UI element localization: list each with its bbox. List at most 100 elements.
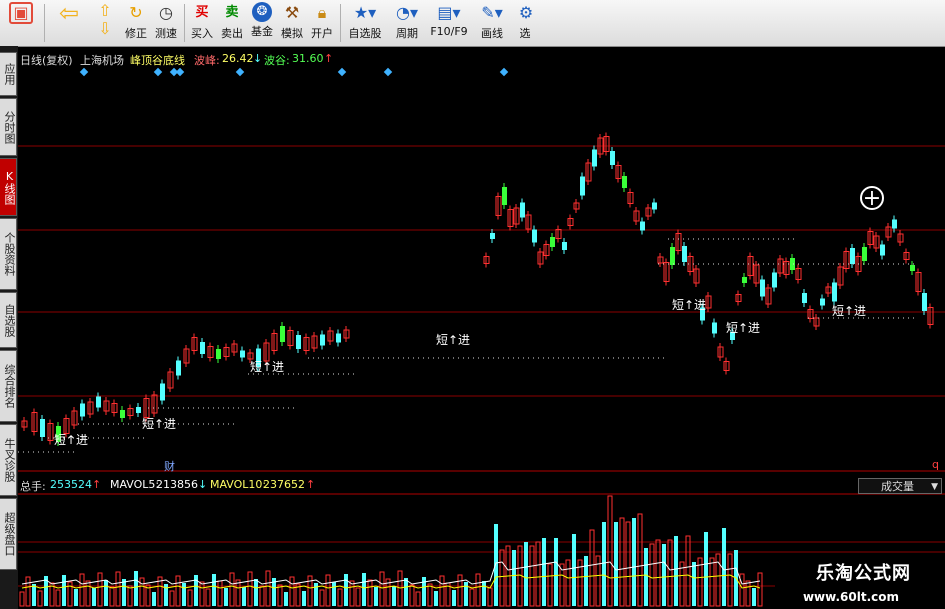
candle-body bbox=[652, 202, 657, 210]
candle-body bbox=[880, 244, 885, 256]
period-label: 周期 bbox=[396, 27, 418, 40]
volume-bar bbox=[277, 584, 283, 607]
volume-bar bbox=[259, 585, 265, 607]
candle-body bbox=[296, 335, 301, 349]
finance-marker: 财 bbox=[164, 460, 175, 473]
trough-arrow: ↑ bbox=[324, 52, 334, 65]
toolbar: ▣ ⇦ ⇧ ⇩ ↻ 修正 ◷ 测速 买 买入 卖 卖出 ❂ 基金 ⚒ 模拟 🔒︎… bbox=[0, 0, 945, 47]
signal-short-buy: 短↑进 bbox=[250, 360, 285, 374]
volume-bar bbox=[254, 579, 258, 606]
volume-bar bbox=[79, 573, 85, 607]
period-button[interactable]: ◔▾ 周期 bbox=[388, 2, 426, 44]
watchlist-button[interactable]: ★▾ 自选股 bbox=[344, 2, 386, 44]
toolbar-separator bbox=[340, 4, 341, 42]
volume-indicator-dropdown[interactable]: 成交量 ▼ bbox=[858, 478, 942, 494]
tab-stock-profile[interactable]: 个股资料 bbox=[0, 218, 17, 290]
peak-value: 26.42 bbox=[222, 52, 254, 65]
volume-bar bbox=[212, 574, 216, 606]
candle-body bbox=[40, 419, 45, 437]
candle-body bbox=[562, 242, 567, 250]
up-down-button[interactable]: ⇧ ⇩ bbox=[92, 2, 118, 44]
volume-bar bbox=[739, 573, 745, 607]
volume-bar bbox=[427, 583, 433, 607]
tab-kline[interactable]: K线图 bbox=[0, 158, 17, 216]
volume-bar bbox=[649, 543, 655, 607]
refresh-button[interactable]: ↻ 修正 bbox=[122, 2, 150, 44]
simulate-button[interactable]: ⚒ 模拟 bbox=[278, 2, 306, 44]
volume-bar bbox=[542, 538, 546, 606]
volume-bar bbox=[235, 579, 241, 607]
buy-button[interactable]: 买 买入 bbox=[188, 2, 216, 44]
f10-button[interactable]: ▤▾ F10/F9 bbox=[428, 2, 470, 44]
volume-bar bbox=[284, 592, 288, 606]
speed-test-label: 测速 bbox=[155, 27, 177, 40]
diamond-marker bbox=[79, 67, 89, 77]
volume-bar bbox=[229, 572, 235, 607]
volume-bar bbox=[62, 575, 66, 606]
select-button[interactable]: ⚙ 选 bbox=[514, 2, 536, 44]
candle-body bbox=[742, 277, 747, 283]
volume-bar bbox=[19, 591, 25, 607]
volume-bar bbox=[487, 587, 493, 607]
volume-bar bbox=[344, 574, 348, 606]
volume-bar bbox=[524, 542, 528, 606]
volume-bar bbox=[32, 584, 36, 606]
trough-label: 波谷: bbox=[264, 54, 290, 67]
tab-apps[interactable]: 应用 bbox=[0, 52, 17, 96]
volume-bar bbox=[367, 579, 373, 607]
volume-bar bbox=[547, 563, 553, 607]
volume-bar bbox=[349, 580, 355, 607]
candle-body bbox=[200, 342, 205, 354]
signal-short-buy: 短↑进 bbox=[436, 333, 471, 347]
volume-bar bbox=[115, 571, 121, 607]
volume-bar bbox=[637, 513, 643, 607]
volume-bar bbox=[674, 536, 678, 606]
volume-bar bbox=[169, 590, 175, 607]
up-arrow-icon: ⇧ bbox=[98, 1, 112, 20]
volume-bar bbox=[512, 550, 516, 606]
volume-bar bbox=[404, 578, 408, 606]
speed-test-button[interactable]: ◷ 测速 bbox=[152, 2, 180, 44]
watermark-title: 乐淘公式网 bbox=[816, 563, 911, 584]
layout-button[interactable]: ▣ bbox=[2, 2, 40, 44]
draw-line-button[interactable]: ✎▾ 画线 bbox=[474, 2, 510, 44]
signal-short-buy: 短↑进 bbox=[832, 304, 867, 318]
mavol10-label: MAVOL10: bbox=[210, 478, 267, 491]
volume-bar bbox=[619, 517, 625, 607]
open-account-button[interactable]: 🔒︎ 开户 bbox=[308, 2, 336, 44]
candle-body bbox=[136, 407, 141, 413]
candle-body bbox=[820, 298, 825, 306]
volume-bar bbox=[265, 570, 271, 607]
volume-bar bbox=[374, 587, 378, 606]
volume-bar bbox=[104, 580, 108, 606]
diamond-marker bbox=[337, 67, 347, 77]
volume-bar bbox=[332, 582, 336, 606]
back-button[interactable]: ⇦ bbox=[52, 1, 86, 44]
volume-bar bbox=[457, 574, 463, 607]
volume-bar bbox=[722, 528, 726, 606]
candle-body bbox=[216, 349, 221, 359]
volume-bar bbox=[415, 591, 421, 607]
peak-label: 波峰: bbox=[194, 54, 220, 67]
kline-chart-area[interactable]: 日线(复权) 上海机场 峰顶谷底线 波峰: 26.42 ↓ 波谷: 31.60 … bbox=[18, 46, 945, 609]
candle-body bbox=[640, 221, 645, 231]
tab-watchlist[interactable]: 自选股 bbox=[0, 292, 17, 348]
buy-label: 买入 bbox=[191, 27, 213, 40]
tab-intraday[interactable]: 分时图 bbox=[0, 98, 17, 156]
sell-button[interactable]: 卖 卖出 bbox=[218, 2, 246, 44]
tab-ranking[interactable]: 综合排名 bbox=[0, 350, 17, 422]
volume-bar bbox=[529, 545, 535, 607]
volume-bar bbox=[565, 559, 571, 607]
volume-bar bbox=[355, 587, 361, 607]
tab-diagnosis[interactable]: 牛叉诊股 bbox=[0, 424, 17, 496]
volume-bar bbox=[662, 544, 666, 606]
volume-bar bbox=[247, 571, 253, 607]
volume-bar bbox=[685, 535, 691, 607]
fund-button[interactable]: ❂ 基金 bbox=[248, 2, 276, 44]
candle-body bbox=[520, 202, 525, 218]
tab-super-orderbook[interactable]: 超级盘口 bbox=[0, 498, 17, 570]
volume-bar bbox=[475, 573, 481, 607]
open-account-label: 开户 bbox=[311, 27, 333, 40]
volume-bar bbox=[109, 586, 115, 607]
toolbar-separator bbox=[44, 4, 45, 42]
